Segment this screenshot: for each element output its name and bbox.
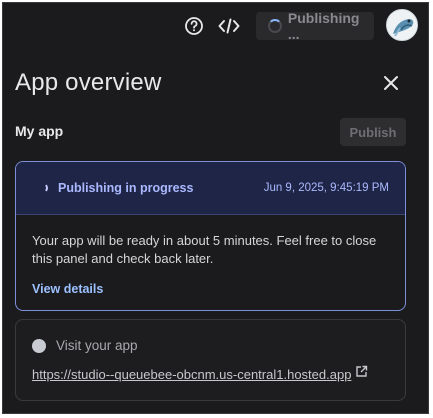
- publishing-status-label: Publishing ...: [287, 10, 360, 42]
- top-bar: Publishing ...: [3, 3, 428, 49]
- page-title: App overview: [15, 69, 162, 96]
- app-name: My app: [15, 123, 64, 139]
- visit-app-card: Visit your app https://studio--queuebee-…: [15, 319, 406, 401]
- progress-timestamp: Jun 9, 2025, 9:45:19 PM: [263, 182, 389, 194]
- avatar[interactable]: [386, 9, 418, 41]
- spinner-icon: [38, 183, 48, 193]
- help-icon[interactable]: [181, 13, 207, 39]
- external-link-icon[interactable]: [355, 365, 368, 383]
- publishing-progress-card: Publishing in progress Jun 9, 2025, 9:45…: [15, 161, 406, 311]
- view-details-link[interactable]: View details: [32, 280, 103, 298]
- progress-body: Your app will be ready in about 5 minute…: [16, 215, 405, 298]
- progress-header: Publishing in progress Jun 9, 2025, 9:45…: [16, 162, 405, 215]
- publish-button[interactable]: Publish: [340, 118, 406, 146]
- globe-icon: [32, 338, 46, 353]
- visit-url-row: https://studio--queuebee-obcnm.us-centra…: [32, 365, 368, 383]
- code-icon[interactable]: [216, 13, 242, 39]
- app-url-link[interactable]: https://studio--queuebee-obcnm.us-centra…: [32, 367, 351, 382]
- spinner-icon: [268, 19, 282, 33]
- visit-app-label: Visit your app: [56, 338, 138, 353]
- close-icon[interactable]: [379, 71, 403, 95]
- progress-message: Your app will be ready in about 5 minute…: [32, 233, 377, 266]
- visit-app-header: Visit your app: [32, 338, 138, 353]
- app-overview-panel: Publishing ... App overview My app Publi…: [2, 2, 429, 414]
- progress-status: Publishing in progress: [58, 181, 194, 195]
- publishing-status-button[interactable]: Publishing ...: [256, 10, 374, 42]
